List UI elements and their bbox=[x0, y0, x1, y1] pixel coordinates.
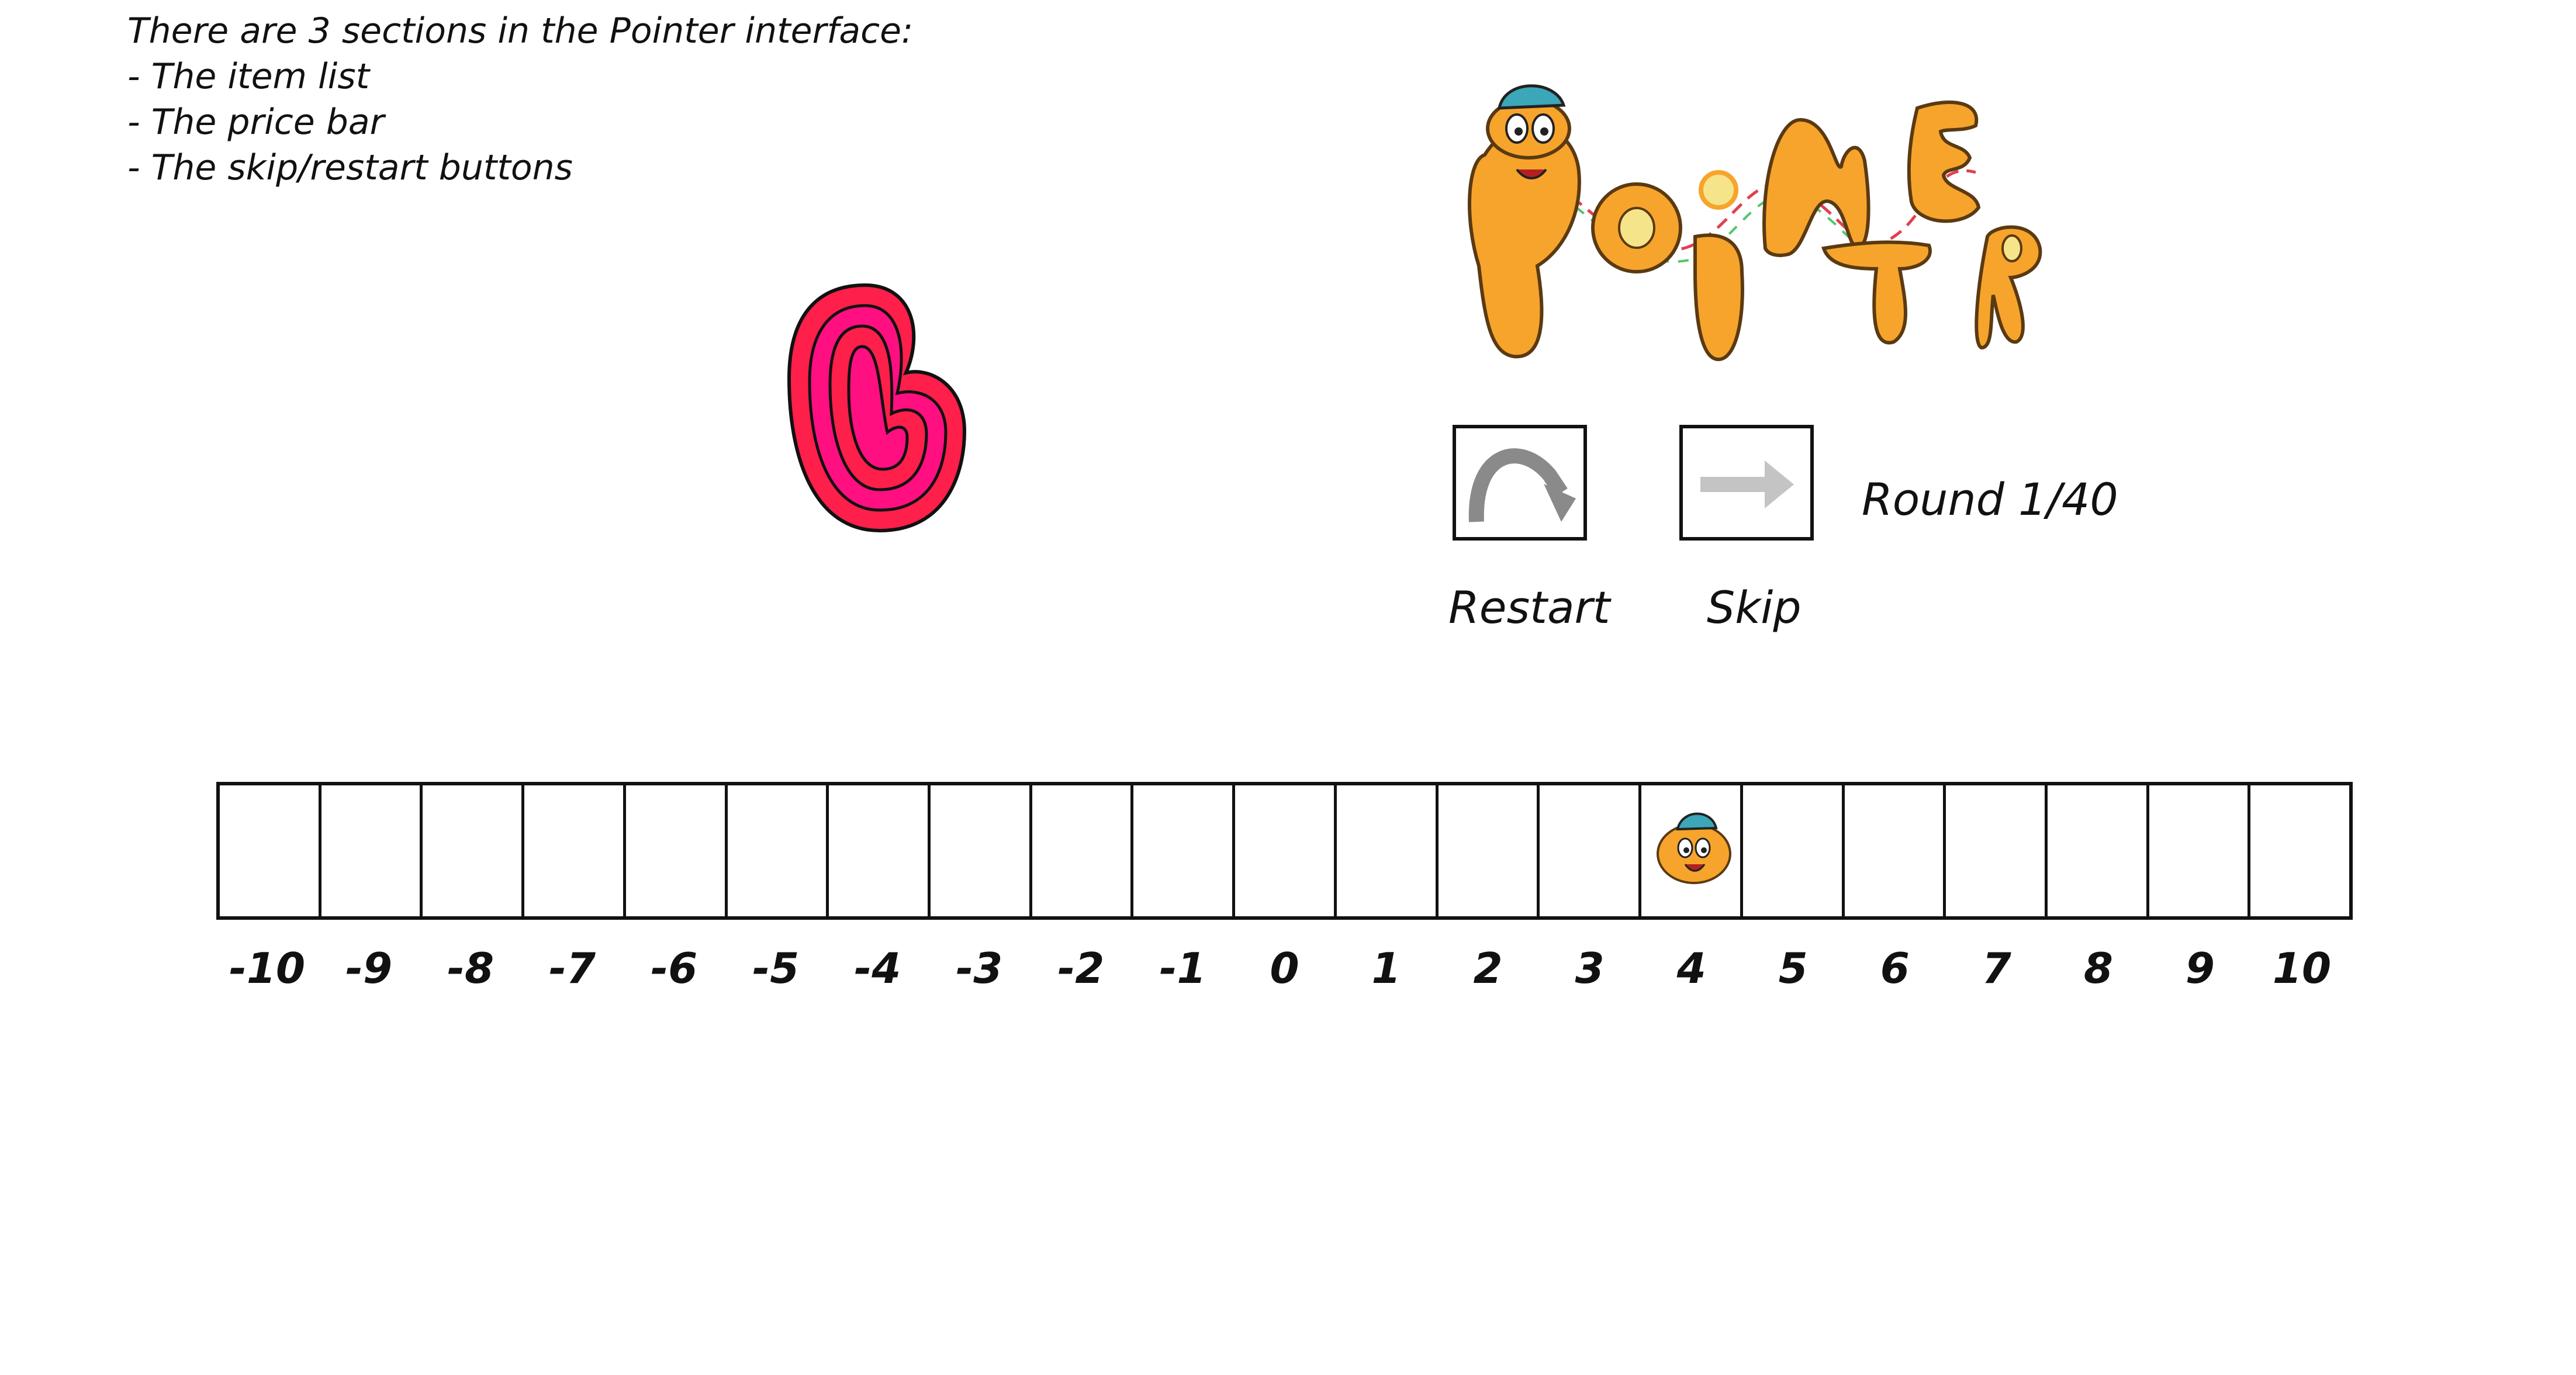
pointer-character-icon bbox=[1657, 812, 1732, 884]
price-cell[interactable] bbox=[1845, 785, 1946, 916]
price-cell[interactable] bbox=[220, 785, 321, 916]
price-tick-label: -6 bbox=[651, 944, 698, 993]
price-tick-label: 1 bbox=[1371, 944, 1401, 993]
price-tick-label: 0 bbox=[1270, 944, 1299, 993]
price-ticks: -10 -9 -8 -7 -6 -5 -4 -3 -2 -1 0 1 2 3 4 5 6 7 8 9 10 bbox=[216, 944, 2353, 993]
price-tick-label: -8 bbox=[447, 944, 495, 993]
price-cell[interactable] bbox=[1337, 785, 1439, 916]
price-tick-label: -1 bbox=[1159, 944, 1206, 993]
price-tick-label: -7 bbox=[549, 944, 596, 993]
price-tick-label: 5 bbox=[1778, 944, 1808, 993]
price-cell[interactable] bbox=[1540, 785, 1642, 916]
skip-button[interactable] bbox=[1679, 425, 1814, 541]
instructions: There are 3 sections in the Pointer inte… bbox=[127, 8, 913, 191]
price-tick-label: 6 bbox=[1880, 944, 1910, 993]
instruction-item: - The skip/restart buttons bbox=[127, 147, 573, 188]
price-cell[interactable] bbox=[2149, 785, 2251, 916]
price-bar bbox=[216, 782, 2353, 920]
pointer-logo bbox=[1468, 84, 2042, 362]
price-tick-label: 9 bbox=[2185, 944, 2215, 993]
price-tick-label: -2 bbox=[1057, 944, 1105, 993]
restart-label: Restart bbox=[1448, 581, 1610, 633]
round-counter: Round 1/40 bbox=[1862, 473, 2118, 525]
price-cell[interactable] bbox=[1946, 785, 2048, 916]
price-cell[interactable] bbox=[626, 785, 728, 916]
price-tick-label: 8 bbox=[2083, 944, 2113, 993]
instruction-item: - The price bar bbox=[127, 102, 385, 143]
price-cell[interactable] bbox=[1032, 785, 1134, 916]
instruction-item: - The item list bbox=[127, 56, 370, 97]
instructions-heading: There are 3 sections in the Pointer inte… bbox=[127, 11, 914, 51]
price-tick-label: 2 bbox=[1473, 944, 1503, 993]
price-cell[interactable] bbox=[1235, 785, 1337, 916]
price-cell[interactable] bbox=[2250, 785, 2349, 916]
restart-icon bbox=[1468, 448, 1576, 522]
price-tick-label: 4 bbox=[1676, 944, 1706, 993]
restart-button[interactable] bbox=[1453, 425, 1587, 541]
price-cell[interactable] bbox=[1133, 785, 1236, 916]
price-cell[interactable] bbox=[321, 785, 423, 916]
price-tick-label: -3 bbox=[956, 944, 1003, 993]
price-tick-label: -10 bbox=[229, 944, 306, 993]
skip-label: Skip bbox=[1707, 581, 1802, 633]
price-cell[interactable] bbox=[1439, 785, 1540, 916]
arrow-right-icon bbox=[1700, 460, 1794, 508]
price-cell[interactable] bbox=[931, 785, 1032, 916]
price-cell[interactable] bbox=[1641, 785, 1743, 916]
price-cell[interactable] bbox=[728, 785, 829, 916]
price-tick-label: -5 bbox=[752, 944, 800, 993]
price-tick-label: 10 bbox=[2272, 944, 2332, 993]
pink-swirl-item bbox=[787, 283, 967, 533]
price-tick-label: 7 bbox=[1982, 944, 2011, 993]
price-cell[interactable] bbox=[2048, 785, 2149, 916]
price-cell[interactable] bbox=[524, 785, 626, 916]
price-tick-label: -4 bbox=[854, 944, 901, 993]
price-cell[interactable] bbox=[1743, 785, 1845, 916]
price-cell[interactable] bbox=[829, 785, 931, 916]
price-tick-label: 3 bbox=[1575, 944, 1605, 993]
price-cell[interactable] bbox=[423, 785, 525, 916]
price-tick-label: -9 bbox=[345, 944, 393, 993]
